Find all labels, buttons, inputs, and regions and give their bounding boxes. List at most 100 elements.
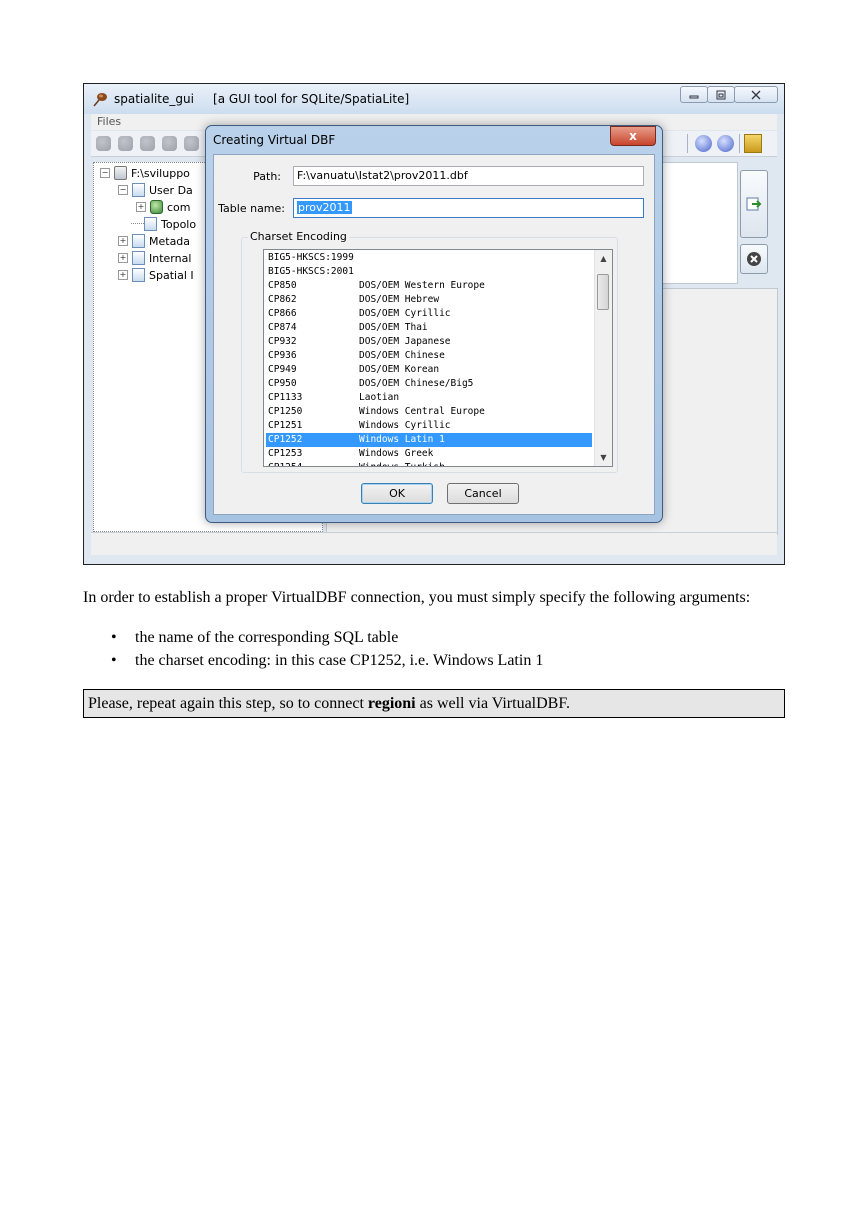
table-name-value: prov2011 [297,201,352,214]
app-name: spatialite_gui [114,92,194,106]
charset-listbox[interactable]: CP1254 Windows Turkish CP1253 Windows Greek… [263,249,613,467]
charset-list-item[interactable]: CP1251 Windows Cyrillic [266,419,592,433]
charset-list-item[interactable]: CP1254 Windows Turkish [266,461,592,466]
execute-sql-button[interactable] [740,170,768,238]
tree-item-internal[interactable]: + Internal [118,251,191,265]
tree-item-label: Topolo [161,217,197,231]
scroll-up-arrow-icon[interactable]: ▲ [595,250,612,267]
cancel-button[interactable]: Cancel [447,483,519,504]
scroll-thumb[interactable] [597,274,609,310]
collapse-icon[interactable]: − [118,185,128,195]
charset-description: DOS/OEM Chinese/Big5 [359,378,474,389]
tree-item-label: User Da [149,183,193,197]
new-db-icon[interactable] [140,136,155,151]
path-label: Path: [253,170,281,183]
scroll-down-arrow-icon[interactable]: ▼ [595,449,612,466]
close-icon [751,90,761,99]
app-subtitle: [a GUI tool for SQLite/SpatiaLite] [213,92,410,106]
charset-description: DOS/OEM Chinese [359,350,445,361]
path-field[interactable]: F:\vanuatu\Istat2\prov2011.dbf [293,166,644,186]
exit-icon[interactable] [744,134,762,153]
charset-code: BIG5-HKSCS:2001 [268,266,354,277]
charset-description: DOS/OEM Japanese [359,336,451,347]
tree-item-spatial[interactable]: + Spatial I [118,268,194,282]
charset-description: DOS/OEM Thai [359,322,428,333]
connect-icon[interactable] [96,136,111,151]
about-icon[interactable] [717,135,734,152]
cancel-button-label: Cancel [464,487,502,500]
dialog-close-button[interactable]: x [610,126,656,146]
ok-button-label: OK [389,487,405,500]
charset-code: CP1250 [268,406,303,417]
vacuum-icon[interactable] [184,136,199,151]
disconnect-icon[interactable] [118,136,133,151]
charset-list-item[interactable]: CP1250 Windows Central Europe [266,405,592,419]
toolbar-separator [739,134,740,153]
charset-code: BIG5-HKSCS:1999 [268,252,354,263]
charset-description: DOS/OEM Cyrillic [359,308,451,319]
charset-description: Windows Greek [359,448,434,459]
expand-icon[interactable]: + [118,270,128,280]
charset-code: CP862 [268,294,297,305]
tree-item-com[interactable]: + com [136,200,191,214]
expand-icon[interactable]: + [118,253,128,263]
charset-list-item[interactable]: CP1253 Windows Greek [266,447,592,461]
clear-sql-button[interactable] [740,244,768,274]
table-group-icon [132,251,145,265]
charset-description: DOS/OEM Hebrew [359,294,440,305]
bullet-icon: • [111,629,117,646]
close-window-button[interactable] [734,86,778,103]
tree-item-topology[interactable]: Topolo [131,217,196,231]
charset-list-item[interactable]: CP850 DOS/OEM Western Europe [266,279,592,293]
note-text-after: as well via VirtualDBF. [415,695,570,712]
charset-groupbox: Charset Encoding CP1254Windows TurkishCP… [241,230,618,473]
charset-code: CP1133 [268,392,303,403]
charset-code: CP1253 [268,448,303,459]
charset-code: CP1254 [268,461,302,466]
table-group-icon [132,183,145,197]
memory-db-icon[interactable] [162,136,177,151]
charset-list-item[interactable]: BIG5-HKSCS:2001 [266,265,592,279]
window-controls [680,86,778,104]
expand-icon[interactable]: + [136,202,146,212]
charset-description: DOS/OEM Western Europe [359,280,485,291]
charset-list-item[interactable]: CP874 DOS/OEM Thai [266,321,592,335]
charset-code: CP936 [268,350,297,361]
clear-icon [747,252,761,266]
charset-group-label: Charset Encoding [248,230,349,243]
bullet-text: the name of the corresponding SQL table [135,629,399,646]
tree-item-label: Metada [149,234,191,248]
charset-list-item[interactable]: CP1133 Laotian [266,391,592,405]
minimize-button[interactable] [680,86,708,103]
note-text-before: Please, repeat again this step, so to co… [88,695,368,712]
charset-list-item[interactable]: CP866 DOS/OEM Cyrillic [266,307,592,321]
charset-description: Windows Central Europe [359,406,485,417]
tree-item-user-data[interactable]: − User Da [118,183,193,197]
statusbar [91,532,777,555]
charset-code: CP874 [268,322,297,333]
help-icon[interactable] [695,135,712,152]
expand-icon[interactable]: + [118,236,128,246]
charset-description: Windows Turkish [359,461,445,466]
tree-item-label: Spatial I [149,268,194,282]
charset-list-item[interactable]: BIG5-HKSCS:1999 [266,251,592,265]
ok-button[interactable]: OK [361,483,433,504]
table-name-input[interactable]: prov2011 [293,198,644,218]
tree-item-metadata[interactable]: + Metada [118,234,190,248]
charset-list-item[interactable]: CP932 DOS/OEM Japanese [266,335,592,349]
bullet-icon: • [111,652,117,669]
note-bold-word: regioni [367,695,416,712]
charset-list-item[interactable]: CP949 DOS/OEM Korean [266,363,592,377]
charset-list-item[interactable]: CP936 DOS/OEM Chinese [266,349,592,363]
charset-scrollbar[interactable]: ▲ ▼ [594,250,612,466]
bullet-text: the charset encoding: in this case CP125… [135,652,544,669]
collapse-icon[interactable]: − [100,168,110,178]
charset-list-item[interactable]: CP950 DOS/OEM Chinese/Big5 [266,377,592,391]
table-group-icon [132,234,145,248]
restore-button[interactable] [707,86,735,103]
tree-root[interactable]: − F:\sviluppo [100,166,190,180]
charset-list-item[interactable]: CP862 DOS/OEM Hebrew [266,293,592,307]
menu-files[interactable]: Files [97,115,121,128]
table-group-icon [132,268,145,282]
charset-list-item[interactable]: CP1252 Windows Latin 1 [266,433,592,447]
